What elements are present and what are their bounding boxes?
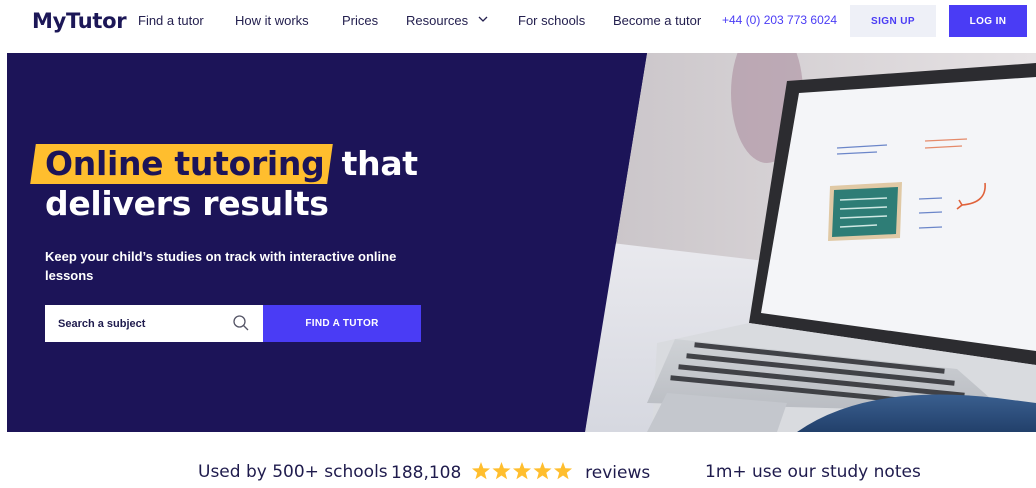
hero-subtitle: Keep your child’s studies on track with … xyxy=(45,249,397,283)
subject-search-input[interactable] xyxy=(45,305,225,342)
stat-schools: Used by 500+ schools xyxy=(198,462,388,482)
nav-prices[interactable]: Prices xyxy=(342,13,378,28)
nav-for-schools[interactable]: For schools xyxy=(518,13,585,28)
find-a-tutor-button[interactable]: FIND A TUTOR xyxy=(263,305,421,342)
stat-reviews[interactable]: 188,108 reviews xyxy=(391,462,650,483)
search-icon[interactable] xyxy=(232,314,250,332)
reviews-count: 188,108 xyxy=(391,463,462,483)
stats-bar: Used by 500+ schools 188,108 reviews 1m+… xyxy=(0,462,1036,488)
headline-rest-1: that xyxy=(341,144,418,183)
nav-resources-label: Resources xyxy=(406,13,469,28)
star-icon xyxy=(512,462,531,480)
reviews-label: reviews xyxy=(585,463,651,483)
five-star-rating-icon xyxy=(471,462,572,480)
star-icon xyxy=(492,462,511,480)
site-header: MyTutor Find a tutor How it works Prices… xyxy=(0,0,1036,44)
headline-rest-2: delivers results xyxy=(45,184,329,223)
nav-resources[interactable]: Resources xyxy=(406,13,488,28)
star-icon xyxy=(471,462,490,480)
nav-find-a-tutor[interactable]: Find a tutor xyxy=(138,13,204,28)
hero-headline: Online tutoring that delivers results xyxy=(30,144,418,224)
phone-number[interactable]: +44 (0) 203 773 6024 xyxy=(722,13,837,27)
nav-become-a-tutor[interactable]: Become a tutor xyxy=(613,13,701,28)
star-icon xyxy=(533,462,552,480)
sign-up-button[interactable]: SIGN UP xyxy=(850,5,936,37)
headline-highlight: Online tutoring xyxy=(30,144,334,184)
log-in-button[interactable]: LOG IN xyxy=(949,5,1027,37)
chevron-down-icon xyxy=(478,16,488,22)
logo[interactable]: MyTutor xyxy=(32,9,127,33)
subject-search-box xyxy=(45,305,263,342)
hero-laptop-image xyxy=(7,53,1036,432)
stat-study-notes: 1m+ use our study notes xyxy=(705,462,921,482)
nav-how-it-works[interactable]: How it works xyxy=(235,13,309,28)
hero-section: Online tutoring that delivers results Ke… xyxy=(7,53,1036,432)
star-icon xyxy=(553,462,572,480)
